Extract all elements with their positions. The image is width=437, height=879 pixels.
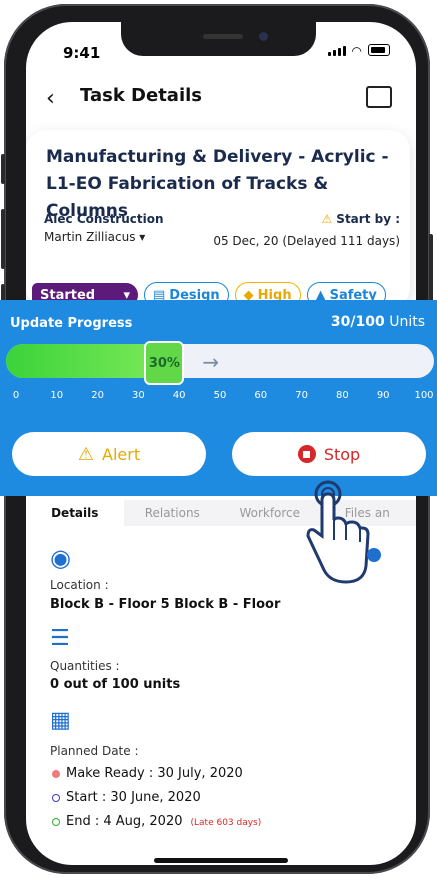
progress-tick-label: 80 [336,390,349,401]
quantities-label: Quantities : [50,659,120,673]
progress-ticks: 0 10 20 30 40 50 60 70 80 90 100 [0,390,437,404]
company-name: Alec Construction [44,212,164,226]
progress-tick-label: 0 [12,390,20,401]
make-ready-dot [52,770,60,778]
tab-details[interactable]: Details [26,500,124,526]
alert-button[interactable]: ⚠ Alert [12,432,206,476]
progress-tick-label: 50 [213,390,227,401]
calendar-icon: ▦ [50,708,71,733]
warning-icon: ⚠ [77,443,95,465]
scroll-dot [367,548,381,562]
tab-relations[interactable]: Relations [123,500,221,526]
progress-tick-label: 60 [254,390,268,401]
chat-icon[interactable] [366,86,392,108]
header: ‹ Task Details [26,82,416,122]
assignee-select[interactable]: Martin Zilliacus ▾ [44,230,145,244]
progress-overlay: Update Progress 30/100 Units 30% → 0 10 20… [0,300,437,496]
late-text: (Late 603 days) [190,818,262,828]
progress-title: Update Progress [10,316,133,331]
progress-tick-label: 30 [132,390,145,401]
progress-tick-label: 90 [376,390,390,401]
assignee-name: Martin Zilliacus [44,230,136,244]
back-icon[interactable]: ‹ [46,86,55,111]
quantities-value: 0 out of 100 units [50,677,181,692]
wifi-icon: ◠ [351,44,362,58]
start-by-label: ⚠ Start by : [321,212,400,226]
status-icons: ◠ [327,44,390,58]
make-ready-date: Make Ready : 30 July, 2020 [66,766,243,781]
notch [121,22,316,56]
progress-slider[interactable]: 30% → [6,341,434,385]
start-date-value: Start : 30 June, 2020 [66,790,201,805]
location-label: Location : [50,578,109,592]
home-indicator [154,858,288,863]
start-dot [52,794,60,802]
progress-tick-label: 20 [91,390,104,401]
warning-icon: ⚠ [321,212,333,226]
battery-icon [368,44,390,56]
status-time: 9:41 [63,44,101,62]
progress-tick-label: 10 [50,390,64,401]
end-dot [52,818,60,826]
page-title: Task Details [80,85,203,106]
progress-tick-label: 40 [172,390,186,401]
location-value: Block B - Floor 5 Block B - Floor [50,597,281,612]
stop-button[interactable]: Stop [232,432,426,476]
end-date-value: End : 4 Aug, 2020 (Late 603 days) [66,814,262,829]
start-date: 05 Dec, 20 (Delayed 111 days) [213,234,400,248]
chevron-down-icon: ▾ [139,230,146,244]
progress-tick-label: 70 [295,390,308,401]
hand-pointer-icon [306,480,370,584]
progress-units: 30/100 Units [330,314,425,330]
planned-date-label: Planned Date : [50,744,139,758]
progress-thumb[interactable]: 30% [144,341,185,385]
signal-icon [327,46,346,56]
location-icon: ◉ [50,544,71,572]
quantities-icon: ☰ [50,626,70,651]
progress-tick-label: 100 [414,390,434,401]
stop-icon [297,445,316,463]
arrow-right-icon: → [202,350,220,374]
